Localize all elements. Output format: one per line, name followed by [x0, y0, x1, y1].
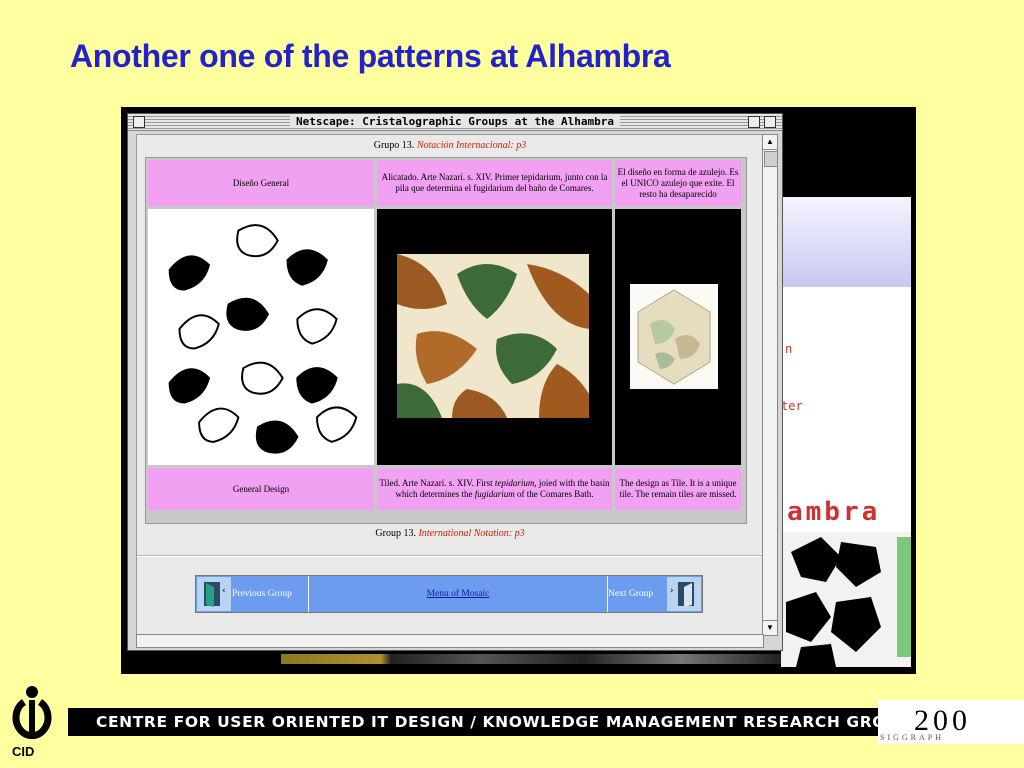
description-en-fugidarium: fugidarium	[474, 489, 515, 499]
slide-title: Another one of the patterns at Alhambra	[70, 38, 671, 74]
tile-photo	[630, 284, 718, 389]
collapse-box-icon[interactable]	[764, 116, 776, 128]
description-en-part: of the Comares Bath.	[517, 489, 594, 499]
table-cell-description-es: Alicatado. Arte Nazarí. s. XIV. Primer t…	[377, 160, 612, 206]
notation-label-en: International Notation:	[418, 528, 513, 539]
description-en-tepidarium: tepidarium	[494, 478, 535, 488]
group-footer: Group 13. International Notation: p3	[137, 528, 763, 539]
netscape-window: Netscape: Cristalographic Groups at the …	[127, 113, 783, 651]
siggraph-label: SIGGRAPH	[880, 733, 945, 742]
table-cell-tile-note-es: El diseño en forma de azulejo. Es el UNI…	[615, 160, 741, 206]
notation-value: p3	[516, 140, 527, 151]
alicatado-photo-cell	[377, 209, 612, 465]
background-pattern-image	[781, 532, 911, 667]
table-cell-general-design-en: General Design	[148, 468, 374, 510]
next-door-icon[interactable]: ›	[667, 577, 701, 611]
description-en-text: Tiled. Arte Nazarí. s. XIV. First tepida…	[379, 478, 610, 500]
background-window: n ter ambra	[781, 197, 911, 667]
horizontal-rule	[137, 555, 763, 557]
scroll-down-arrow-icon[interactable]: ▼	[763, 620, 777, 635]
table-cell-general-design-es: Diseño General	[148, 160, 374, 206]
vertical-scrollbar[interactable]: ▲ ▼	[762, 134, 778, 636]
tile-photo-cell	[615, 209, 741, 465]
group-label: Grupo 13.	[373, 140, 415, 151]
pattern-drawing	[150, 211, 372, 463]
background-strip	[281, 654, 781, 664]
table-cell-tile-note-en: The design as Tile. It is a unique tile.…	[615, 468, 741, 510]
alicatado-photo	[397, 254, 589, 418]
cid-label: CID	[12, 744, 35, 759]
notation-label: Notación Internacional:	[416, 140, 514, 151]
background-text-fragment: ter	[781, 399, 803, 413]
zoom-box-icon[interactable]	[748, 116, 760, 128]
background-window-header	[781, 197, 911, 287]
svg-text:‹: ‹	[222, 586, 226, 596]
description-en-part: Tiled. Arte Nazarí. s. XIV. First	[379, 478, 493, 488]
background-green-strip	[897, 537, 911, 657]
footer-banner-text: CENTRE FOR USER ORIENTED IT DESIGN / KNO…	[96, 713, 912, 731]
scroll-up-arrow-icon[interactable]: ▲	[763, 135, 777, 150]
scroll-thumb[interactable]	[764, 151, 778, 167]
screenshot-frame: n ter ambra Netscape: Cristalographic Gr…	[121, 107, 916, 674]
close-box-icon[interactable]	[133, 116, 145, 128]
mosaic-table: Diseño General Alicatado. Arte Nazarí. s…	[145, 157, 747, 524]
group-header: Grupo 13. Notación Internacional: p3	[137, 140, 763, 151]
notation-value-en: p3	[514, 528, 525, 539]
previous-door-icon[interactable]: ‹	[197, 577, 231, 611]
window-title: Netscape: Cristalographic Groups at the …	[290, 115, 620, 128]
next-group-link[interactable]: Next Group	[608, 576, 653, 612]
background-text-fragment: n	[785, 342, 793, 356]
table-cell-description-en: Tiled. Arte Nazarí. s. XIV. First tepida…	[377, 468, 612, 510]
page-content: Grupo 13. Notación Internacional: p3 Dis…	[136, 134, 764, 636]
previous-group-link[interactable]: Previous Group	[232, 576, 292, 612]
window-titlebar[interactable]: Netscape: Cristalographic Groups at the …	[128, 114, 782, 131]
horizontal-scrollbar[interactable]	[136, 634, 764, 648]
svg-text:›: ›	[670, 586, 674, 596]
navigation-bar: ‹ Previous Group Menu of Mosaic Next Gro…	[195, 575, 703, 613]
background-heading-fragment: ambra	[787, 497, 881, 527]
design-pattern-image	[148, 209, 374, 465]
menu-of-mosaic-link[interactable]: Menu of Mosaic	[308, 576, 608, 612]
group-label-en: Group 13.	[375, 528, 416, 539]
